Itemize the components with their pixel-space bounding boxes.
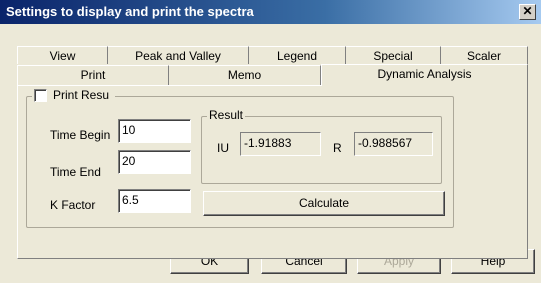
dialog-body: View Peak and Valley Legend Special Scal…	[0, 24, 541, 283]
tab-view[interactable]: View	[17, 46, 108, 64]
print-result-legend: Print Resu	[32, 88, 116, 104]
time-end-input[interactable]: 20	[118, 150, 191, 174]
iu-label: IU	[217, 141, 229, 155]
dynamic-analysis-panel: Print Resu Time Begin 10 Time End 20 K F…	[17, 85, 528, 259]
tab-special[interactable]: Special	[346, 46, 441, 64]
k-factor-label: K Factor	[50, 198, 96, 212]
tab-legend[interactable]: Legend	[249, 46, 346, 64]
tab-scaler[interactable]: Scaler	[441, 46, 528, 64]
close-button[interactable]: ✕	[519, 4, 536, 20]
result-legend: Result	[207, 108, 246, 122]
time-end-label: Time End	[50, 165, 101, 179]
k-factor-input[interactable]: 6.5	[118, 189, 191, 213]
calculate-button[interactable]: Calculate	[203, 191, 445, 216]
print-result-checkbox[interactable]	[34, 89, 47, 102]
time-begin-label: Time Begin	[50, 128, 111, 142]
tab-memo[interactable]: Memo	[169, 65, 321, 85]
title-bar: Settings to display and print the spectr…	[0, 0, 541, 24]
tab-print[interactable]: Print	[17, 65, 169, 85]
r-label: R	[333, 141, 342, 155]
tab-dynamic-analysis[interactable]: Dynamic Analysis	[321, 64, 528, 86]
r-value: -0.988567	[354, 132, 433, 156]
window-title: Settings to display and print the spectr…	[6, 4, 254, 19]
tab-peak-and-valley[interactable]: Peak and Valley	[108, 46, 249, 64]
time-begin-input[interactable]: 10	[118, 119, 191, 143]
print-result-label: Print Resu	[53, 88, 110, 102]
close-icon: ✕	[522, 4, 533, 18]
iu-value: -1.91883	[240, 132, 321, 156]
